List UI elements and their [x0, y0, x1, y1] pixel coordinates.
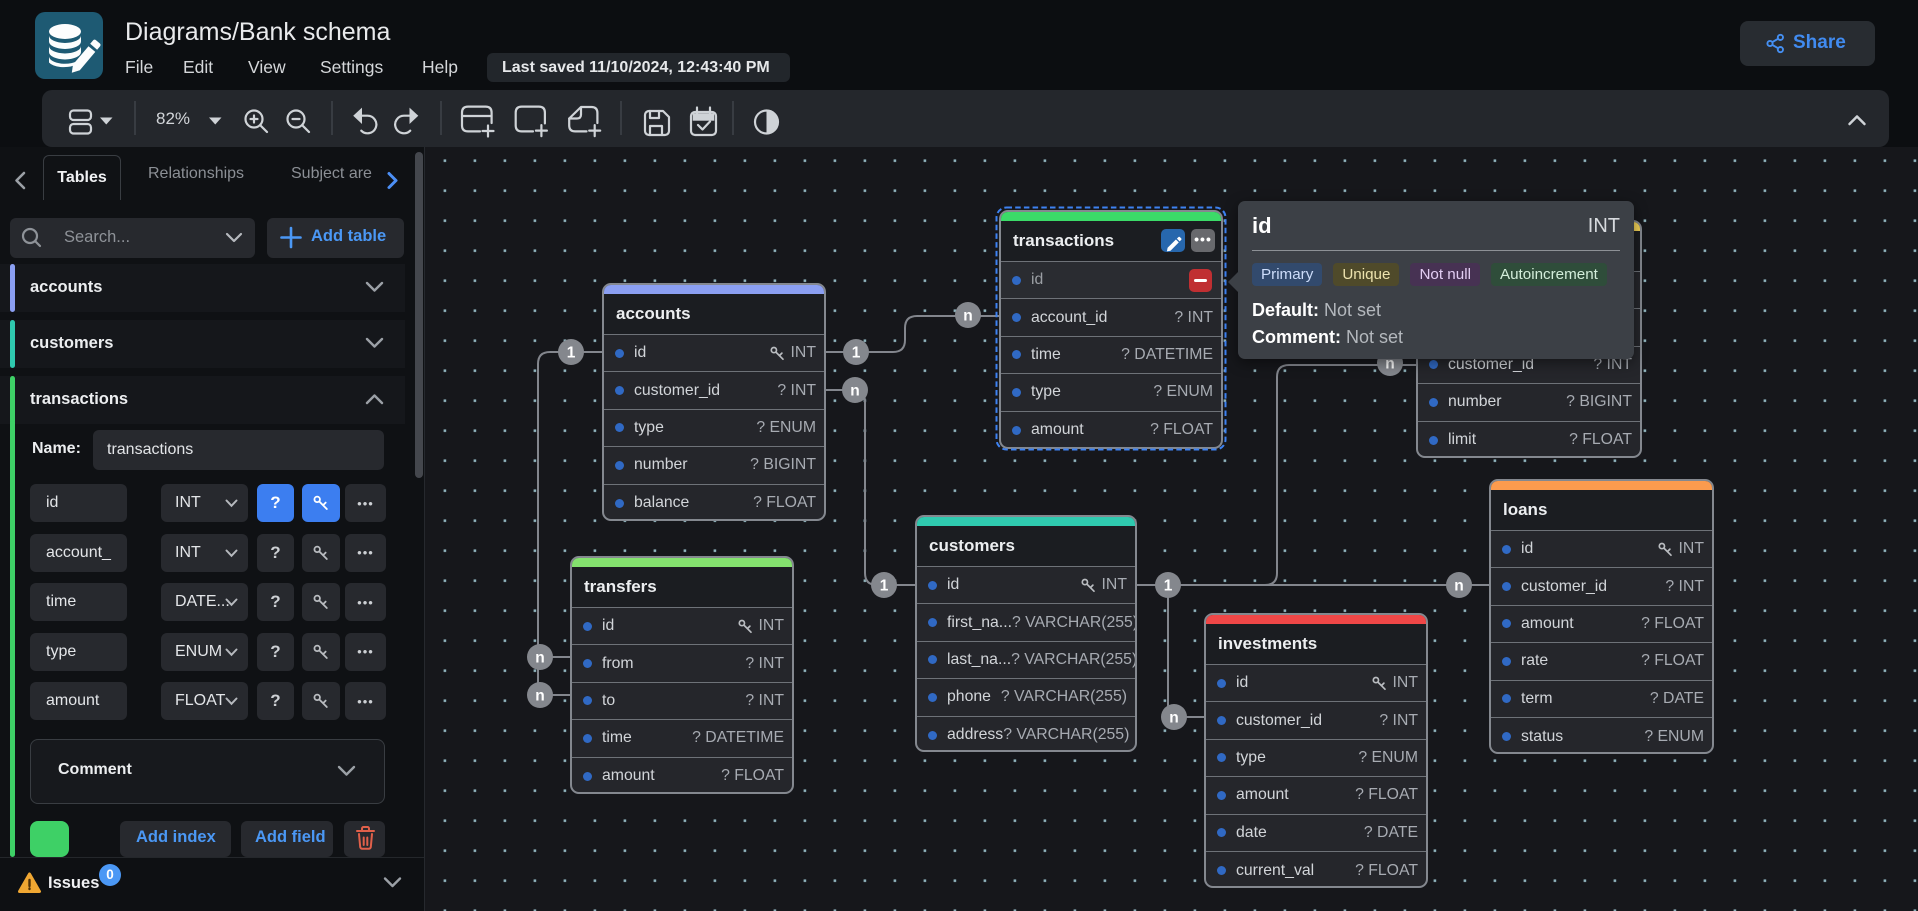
- svg-text:1: 1: [880, 578, 889, 595]
- svg-text:1: 1: [852, 345, 861, 362]
- svg-text:n: n: [535, 650, 544, 667]
- svg-text:n: n: [963, 308, 972, 325]
- svg-text:n: n: [1169, 710, 1178, 727]
- svg-text:n: n: [535, 688, 544, 705]
- svg-text:1: 1: [1164, 578, 1173, 595]
- svg-text:1: 1: [567, 345, 576, 362]
- svg-text:n: n: [1454, 578, 1463, 595]
- svg-text:n: n: [850, 383, 859, 400]
